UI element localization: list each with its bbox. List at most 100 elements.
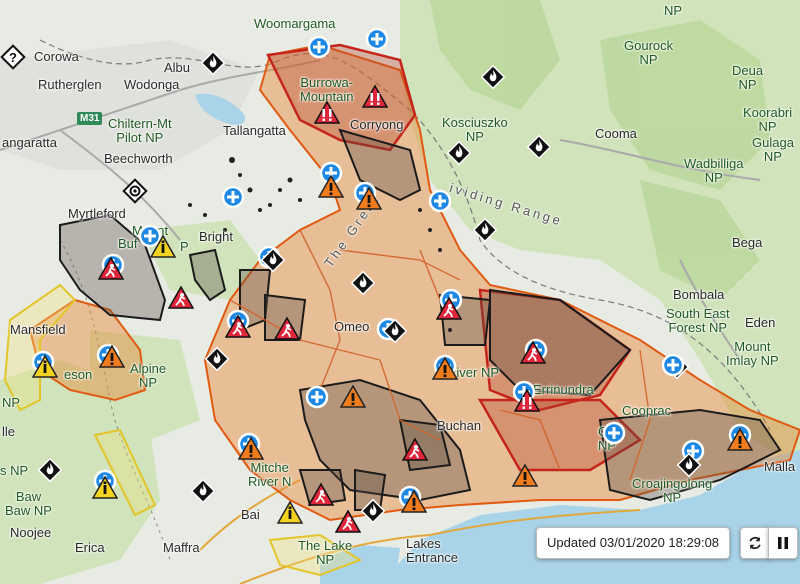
place-maffra: Maffra (163, 540, 200, 555)
warning-icon[interactable] (401, 489, 427, 515)
park-left-s-np: s NP (0, 463, 29, 478)
evacuate-icon[interactable] (225, 314, 251, 340)
place-albury: Albu (164, 60, 191, 75)
park-top-np: NP (664, 3, 683, 18)
place-mansfield: Mansfield (10, 322, 66, 337)
plus-icon[interactable] (427, 188, 453, 214)
place-rutherglen: Rutherglen (38, 77, 102, 92)
warning-icon[interactable] (356, 186, 382, 212)
question-icon[interactable]: ? (0, 44, 26, 70)
place-wangaratta: angaratta (2, 135, 57, 150)
fire-icon[interactable] (382, 318, 408, 344)
fire-icon[interactable] (446, 140, 472, 166)
plus-icon[interactable] (601, 420, 627, 446)
park-wadbilliga: Wadbilliga NP (684, 156, 744, 185)
warning-icon[interactable] (238, 436, 264, 462)
fire-icon[interactable] (37, 457, 63, 483)
fire-icon[interactable] (200, 50, 226, 76)
plus-icon[interactable] (220, 184, 246, 210)
warning-icon[interactable] (318, 174, 344, 200)
place-buchan: Buchan (437, 418, 482, 433)
emergency-icon[interactable] (362, 84, 388, 110)
plus-icon[interactable] (306, 34, 332, 60)
fire-icon[interactable] (260, 247, 286, 273)
place-bairnsdale: Bai (241, 507, 260, 522)
place-mallacoota: Malla (764, 459, 796, 474)
place-lle: lle (2, 424, 16, 439)
warning-icon[interactable] (512, 463, 538, 489)
place-cooma: Cooma (595, 126, 637, 141)
place-omeo: Omeo (334, 319, 370, 334)
park-croajingolong: Croajingolong NP (632, 476, 713, 505)
fire-icon[interactable] (360, 498, 386, 524)
advice-icon[interactable] (277, 500, 303, 526)
evacuate-icon[interactable] (436, 296, 462, 322)
warning-icon[interactable] (727, 427, 753, 453)
evacuate-icon[interactable] (98, 256, 124, 282)
road-shield-m31: M31 (77, 112, 103, 125)
pause-button[interactable] (768, 527, 798, 559)
park-deua: Deua NP (732, 63, 764, 92)
park-p: P (180, 239, 189, 254)
refresh-icon (749, 536, 761, 550)
plus-icon[interactable] (364, 26, 390, 52)
advice-icon[interactable] (92, 475, 118, 501)
pause-icon (778, 537, 788, 549)
place-corryong: Corryong (350, 117, 404, 132)
park-koorabri: Koorabri NP (743, 105, 793, 134)
burn-off-icon[interactable] (122, 178, 148, 204)
park-woomargama: Woomargama (254, 16, 336, 31)
park-gulaga: Gulaga NP (752, 135, 794, 164)
fire-icon[interactable] (190, 478, 216, 504)
place-beechworth: Beechworth (104, 151, 173, 166)
place-tallangatta: Tallangatta (223, 123, 286, 138)
place-erica: Erica (75, 540, 105, 555)
place-myrtleford: Myrtleford (68, 206, 126, 221)
evacuate-icon[interactable] (520, 340, 546, 366)
evacuate-icon[interactable] (168, 285, 194, 311)
evacuate-icon[interactable] (308, 482, 334, 508)
evacuate-icon[interactable] (402, 437, 428, 463)
park-alpine: Alpine NP (130, 361, 167, 390)
park-jeson: eson (64, 367, 93, 382)
park-chiltern: Chiltern-Mt Pilot NP (108, 116, 172, 145)
warning-icon[interactable] (340, 384, 366, 410)
park-south-east-forest: South East Forest NP (666, 306, 730, 335)
place-wodonga: Wodonga (124, 77, 180, 92)
place-corowa: Corowa (34, 49, 79, 64)
advice-icon[interactable] (150, 234, 176, 260)
park-gourock: Gourock NP (624, 38, 674, 67)
fire-icon[interactable] (350, 270, 376, 296)
park-the-lakes: The Lake NP (298, 538, 353, 567)
park-mitchell-river: Mitche River N (248, 460, 292, 489)
fire-icon[interactable] (472, 217, 498, 243)
fire-icon[interactable] (480, 64, 506, 90)
place-bombala: Bombala (673, 287, 725, 302)
svg-text:?: ? (9, 50, 17, 65)
place-bright: Bright (199, 229, 233, 244)
place-lakes-entrance: Lakes Entrance (406, 536, 459, 565)
warning-icon[interactable] (432, 356, 458, 382)
fire-icon[interactable] (676, 452, 702, 478)
place-bega: Bega (732, 235, 763, 250)
park-mount-imlay: Mount Imlay NP (726, 339, 779, 368)
plus-icon[interactable] (304, 384, 330, 410)
park-buffalo: Buf (118, 236, 138, 251)
place-noojee: Noojee (10, 525, 52, 540)
emergency-icon[interactable] (514, 388, 540, 414)
warning-icon[interactable] (99, 344, 125, 370)
emergency-icon[interactable] (314, 100, 340, 126)
plus-icon[interactable] (660, 352, 686, 378)
fire-icon[interactable] (204, 346, 230, 372)
last-updated-label: Updated 03/01/2020 18:29:08 (536, 527, 731, 559)
park-errinundra: Errinundra (533, 382, 594, 397)
park-left-np: NP (2, 395, 21, 410)
refresh-button[interactable] (740, 527, 770, 559)
evacuate-icon[interactable] (274, 316, 300, 342)
evacuate-icon[interactable] (335, 509, 361, 535)
advice-icon[interactable] (32, 354, 58, 380)
park-cooprac: Cooprac (622, 403, 672, 418)
place-eden: Eden (745, 315, 776, 330)
park-baw-baw: Baw Baw NP (5, 489, 52, 518)
fire-icon[interactable] (526, 134, 552, 160)
